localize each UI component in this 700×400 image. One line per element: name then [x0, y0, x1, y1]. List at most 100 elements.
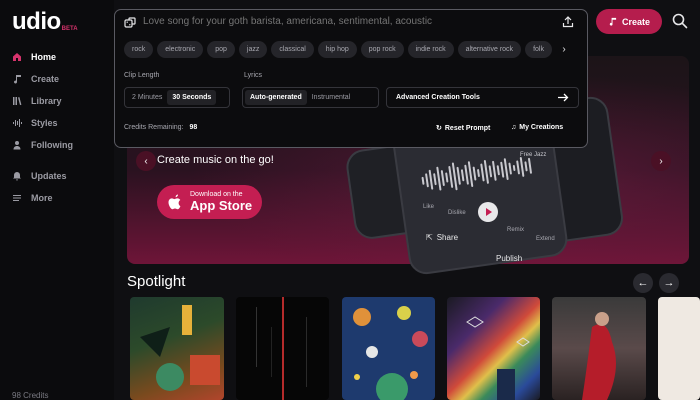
spotlight-card[interactable] — [342, 297, 435, 400]
hero-title: Create music on the go! — [157, 154, 274, 166]
arrow-right-icon: → — [663, 277, 675, 289]
my-creations-button[interactable]: ♫ My Creations — [511, 124, 563, 131]
sidebar: udio BETA Home Create Library Styles Fol… — [0, 0, 114, 400]
share-icon: ⇱ — [426, 233, 433, 242]
style-tag[interactable]: indie rock — [407, 41, 454, 58]
beta-badge: BETA — [61, 26, 78, 32]
sidebar-item-create[interactable]: Create — [0, 68, 114, 90]
reset-prompt-button[interactable]: ↻ Reset Prompt — [436, 124, 491, 133]
library-icon — [13, 97, 22, 106]
spotlight-artwork — [466, 316, 530, 400]
app-root: udio BETA Home Create Library Styles Fol… — [0, 0, 700, 400]
hero-next-button[interactable]: › — [651, 151, 671, 171]
chevron-left-icon: ‹ — [144, 155, 148, 167]
sidebar-item-styles[interactable]: Styles — [0, 112, 114, 134]
chevron-right-icon: › — [659, 155, 663, 167]
reset-prompt-label: Reset Prompt — [444, 124, 491, 132]
logo[interactable]: udio BETA — [12, 9, 78, 35]
apple-icon — [168, 194, 181, 210]
phone-extend-label: Extend — [536, 236, 555, 242]
upload-icon[interactable] — [562, 16, 574, 28]
credits-remaining: Credits Remaining: 98 — [124, 124, 197, 131]
style-tag[interactable]: pop rock — [360, 41, 404, 58]
reset-icon: ↻ — [436, 125, 442, 132]
spotlight-card[interactable] — [236, 297, 329, 400]
lyrics-option-selected[interactable]: Auto-generated — [245, 90, 307, 105]
chevron-right-icon: › — [562, 44, 566, 55]
style-tag[interactable]: folk — [525, 41, 552, 58]
sidebar-item-following[interactable]: Following — [0, 134, 114, 156]
phone-like-label: Like — [423, 204, 435, 210]
phone-share-label: Share — [436, 233, 459, 242]
style-tag[interactable]: alternative rock — [457, 41, 522, 58]
app-store-text: Download on the App Store — [190, 191, 252, 213]
clip-length-option[interactable]: 2 Minutes — [127, 90, 167, 105]
sidebar-item-label: Updates — [31, 171, 67, 181]
advanced-tools-button[interactable]: Advanced Creation Tools — [386, 87, 579, 108]
spotlight-next-button[interactable]: → — [659, 273, 679, 293]
spotlight-card[interactable] — [658, 297, 700, 400]
arrow-right-icon — [558, 93, 569, 102]
phone-genre-label: Free Jazz — [520, 152, 547, 158]
sidebar-item-label: Library — [31, 96, 62, 106]
style-tag[interactable]: classical — [271, 41, 314, 58]
sidebar-item-label: Home — [31, 52, 57, 62]
spotlight-title: Spotlight — [127, 273, 186, 290]
phone-remix-label: Remix — [507, 227, 525, 233]
home-icon — [13, 53, 21, 61]
sidebar-item-more[interactable]: More — [0, 187, 114, 209]
lyrics-toggle: Auto-generated Instrumental — [242, 87, 379, 108]
lyrics-label: Lyrics — [244, 72, 263, 79]
spotlight-artwork — [256, 297, 307, 400]
hero-prev-button[interactable]: ‹ — [136, 151, 156, 171]
sidebar-item-label: More — [31, 193, 53, 203]
style-tag[interactable]: pop — [207, 41, 235, 58]
spotlight-card[interactable] — [130, 297, 224, 400]
sidebar-item-updates[interactable]: Updates — [0, 165, 114, 187]
sidebar-item-library[interactable]: Library — [0, 90, 114, 112]
credits-value: 98 — [189, 124, 198, 131]
search-icon[interactable] — [671, 12, 689, 30]
phone-share: ⇱ Share — [426, 233, 458, 242]
spotlight-prev-button[interactable]: ← — [633, 273, 653, 293]
sidebar-item-label: Styles — [31, 118, 58, 128]
clip-length-option-selected[interactable]: 30 Seconds — [167, 90, 217, 105]
music-note-icon — [609, 17, 617, 26]
spotlight-artwork — [140, 305, 220, 391]
spotlight-card[interactable] — [552, 297, 646, 400]
waveform-icon — [13, 119, 22, 127]
clip-length-label: Clip Length — [124, 72, 160, 79]
app-store-button[interactable]: Download on the App Store — [157, 185, 262, 219]
phone-publish-label: Publish — [496, 254, 523, 263]
prompt-input[interactable] — [143, 16, 553, 27]
create-button[interactable]: Create — [596, 9, 662, 34]
spotlight-card[interactable] — [447, 297, 540, 400]
play-icon — [478, 202, 498, 222]
music-note-icon: ♫ — [511, 124, 517, 131]
style-tag[interactable]: jazz — [238, 41, 268, 58]
advanced-tools-label: Advanced Creation Tools — [396, 94, 480, 101]
person-icon — [13, 141, 21, 150]
waveform-graphic — [420, 151, 533, 196]
spotlight-artwork — [582, 312, 616, 400]
arrow-left-icon: ← — [637, 277, 649, 289]
prompt-panel: rock electronic pop jazz classical hip h… — [114, 9, 588, 148]
credits-label: Credits Remaining: — [124, 124, 184, 131]
style-tag[interactable]: rock — [124, 41, 154, 58]
sidebar-item-label: Following — [31, 140, 73, 150]
bell-icon — [13, 172, 21, 181]
style-tag[interactable]: hip hop — [317, 41, 357, 58]
sidebar-item-label: Create — [31, 74, 60, 84]
lyrics-option[interactable]: Instrumental — [307, 90, 356, 105]
menu-icon — [13, 195, 21, 201]
sidebar-item-home[interactable]: Home — [0, 46, 114, 68]
music-note-icon — [14, 75, 21, 84]
dice-icon[interactable] — [124, 17, 136, 29]
sidebar-credits: 98 Credits — [12, 391, 49, 400]
create-button-label: Create — [621, 16, 650, 27]
style-tag[interactable]: electronic — [157, 41, 204, 58]
tags-scroll-button[interactable]: › — [555, 41, 573, 58]
phone-dislike-label: Dislike — [448, 210, 466, 216]
clip-length-toggle: 2 Minutes 30 Seconds — [124, 87, 230, 108]
style-tags: rock electronic pop jazz classical hip h… — [124, 41, 564, 59]
